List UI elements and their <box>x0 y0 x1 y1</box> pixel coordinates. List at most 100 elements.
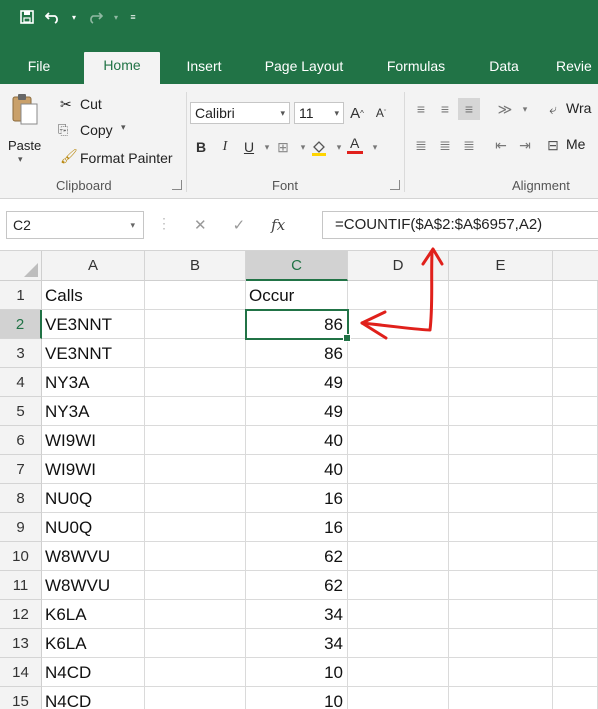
cell-f-row-5[interactable] <box>553 397 598 426</box>
cell-f-row-8[interactable] <box>553 484 598 513</box>
fill-color-icon[interactable] <box>308 136 330 158</box>
chevron-down-icon[interactable]: ▾ <box>18 154 23 165</box>
cell-c-row-5[interactable]: 49 <box>246 397 348 426</box>
cell-c-row-9[interactable]: 16 <box>246 513 348 542</box>
tab-file[interactable]: File <box>16 53 62 84</box>
cell-c-row-6[interactable]: 40 <box>246 426 348 455</box>
cut-button[interactable]: Cut <box>80 96 102 112</box>
font-launcher-icon[interactable] <box>390 180 400 190</box>
redo-icon[interactable] <box>86 8 104 26</box>
borders-icon[interactable]: ⊞ <box>272 136 294 158</box>
cell-b-row-1[interactable] <box>145 281 246 310</box>
cell-e-row-9[interactable] <box>449 513 553 542</box>
paste-button[interactable]: Paste ▾ <box>4 92 44 172</box>
cell-b-row-3[interactable] <box>145 339 246 368</box>
tab-home[interactable]: Home <box>84 52 160 84</box>
cell-b-row-15[interactable] <box>145 687 246 709</box>
font-name-combo[interactable]: Calibri ▾ <box>190 102 290 124</box>
cell-e-row-10[interactable] <box>449 542 553 571</box>
align-right-icon[interactable]: ≣ <box>458 134 480 156</box>
cell-c-row-13[interactable]: 34 <box>246 629 348 658</box>
cell-e-row-11[interactable] <box>449 571 553 600</box>
cell-e-row-12[interactable] <box>449 600 553 629</box>
cell-a-row-1[interactable]: Calls <box>42 281 145 310</box>
cell-b-row-11[interactable] <box>145 571 246 600</box>
copy-icon[interactable]: ⎘ <box>58 122 68 138</box>
column-header-e[interactable]: E <box>449 251 553 281</box>
cell-b-row-10[interactable] <box>145 542 246 571</box>
cell-f-row-14[interactable] <box>553 658 598 687</box>
cell-b-row-7[interactable] <box>145 455 246 484</box>
name-box[interactable]: C2 ▾ <box>6 211 144 239</box>
align-middle-icon[interactable]: ≡ <box>434 98 456 120</box>
cell-e-row-3[interactable] <box>449 339 553 368</box>
cell-d-row-4[interactable] <box>348 368 449 397</box>
cell-f-row-2[interactable] <box>553 310 598 339</box>
orientation-icon[interactable]: ≫ <box>494 98 516 120</box>
merge-center-icon[interactable]: ⊟ <box>542 134 564 156</box>
cell-b-row-9[interactable] <box>145 513 246 542</box>
clipboard-launcher-icon[interactable] <box>172 180 182 190</box>
cell-f-row-11[interactable] <box>553 571 598 600</box>
cell-d-row-5[interactable] <box>348 397 449 426</box>
cell-a-row-11[interactable]: W8WVU <box>42 571 145 600</box>
cell-f-row-13[interactable] <box>553 629 598 658</box>
cell-c-row-14[interactable]: 10 <box>246 658 348 687</box>
cell-f-row-3[interactable] <box>553 339 598 368</box>
cell-a-row-4[interactable]: NY3A <box>42 368 145 397</box>
cell-c-row-10[interactable]: 62 <box>246 542 348 571</box>
cell-a-row-8[interactable]: NU0Q <box>42 484 145 513</box>
cell-e-row-5[interactable] <box>449 397 553 426</box>
align-top-icon[interactable]: ≡ <box>410 98 432 120</box>
cell-c-row-1[interactable]: Occur <box>246 281 348 310</box>
undo-icon[interactable] <box>44 8 62 26</box>
cell-a-row-3[interactable]: VE3NNT <box>42 339 145 368</box>
cell-b-row-5[interactable] <box>145 397 246 426</box>
cell-a-row-9[interactable]: NU0Q <box>42 513 145 542</box>
row-header-15[interactable]: 15 <box>0 687 42 709</box>
cell-e-row-8[interactable] <box>449 484 553 513</box>
cancel-icon[interactable]: ✕ <box>194 216 207 234</box>
cell-f-row-7[interactable] <box>553 455 598 484</box>
cell-e-row-1[interactable] <box>449 281 553 310</box>
cell-c-row-2[interactable]: 86 <box>246 310 348 339</box>
format-painter-button[interactable]: Format Painter <box>80 150 173 166</box>
wrap-text-icon[interactable]: ⤶ <box>542 98 564 120</box>
align-center-icon[interactable]: ≣ <box>434 134 456 156</box>
cell-f-row-1[interactable] <box>553 281 598 310</box>
formula-bar-grip-icon[interactable]: ⋮ <box>157 215 171 232</box>
cell-c-row-8[interactable]: 16 <box>246 484 348 513</box>
merge-center-button[interactable]: Me <box>566 136 585 152</box>
cell-f-row-15[interactable] <box>553 687 598 709</box>
row-header-12[interactable]: 12 <box>0 600 42 629</box>
cell-a-row-2[interactable]: VE3NNT <box>42 310 145 339</box>
align-bottom-icon[interactable]: ≡ <box>458 98 480 120</box>
cell-d-row-12[interactable] <box>348 600 449 629</box>
row-header-9[interactable]: 9 <box>0 513 42 542</box>
cell-d-row-10[interactable] <box>348 542 449 571</box>
cell-b-row-13[interactable] <box>145 629 246 658</box>
cell-e-row-2[interactable] <box>449 310 553 339</box>
cell-d-row-8[interactable] <box>348 484 449 513</box>
tab-formulas[interactable]: Formulas <box>380 53 452 84</box>
cell-d-row-1[interactable] <box>348 281 449 310</box>
wrap-text-button[interactable]: Wra <box>566 100 591 116</box>
cell-d-row-11[interactable] <box>348 571 449 600</box>
cell-d-row-2[interactable] <box>348 310 449 339</box>
row-header-6[interactable]: 6 <box>0 426 42 455</box>
cell-b-row-14[interactable] <box>145 658 246 687</box>
cell-a-row-14[interactable]: N4CD <box>42 658 145 687</box>
cell-d-row-6[interactable] <box>348 426 449 455</box>
cell-a-row-5[interactable]: NY3A <box>42 397 145 426</box>
save-icon[interactable] <box>18 8 36 26</box>
cell-d-row-9[interactable] <box>348 513 449 542</box>
cell-a-row-6[interactable]: WI9WI <box>42 426 145 455</box>
formula-input[interactable]: =COUNTIF($A$2:$A$6957,A2) <box>322 211 598 239</box>
tab-review[interactable]: Revie <box>556 53 598 84</box>
column-header-c[interactable]: C <box>246 251 348 281</box>
cell-c-row-7[interactable]: 40 <box>246 455 348 484</box>
cell-b-row-6[interactable] <box>145 426 246 455</box>
cell-a-row-15[interactable]: N4CD <box>42 687 145 709</box>
tab-page-layout[interactable]: Page Layout <box>254 53 354 84</box>
cell-a-row-13[interactable]: K6LA <box>42 629 145 658</box>
